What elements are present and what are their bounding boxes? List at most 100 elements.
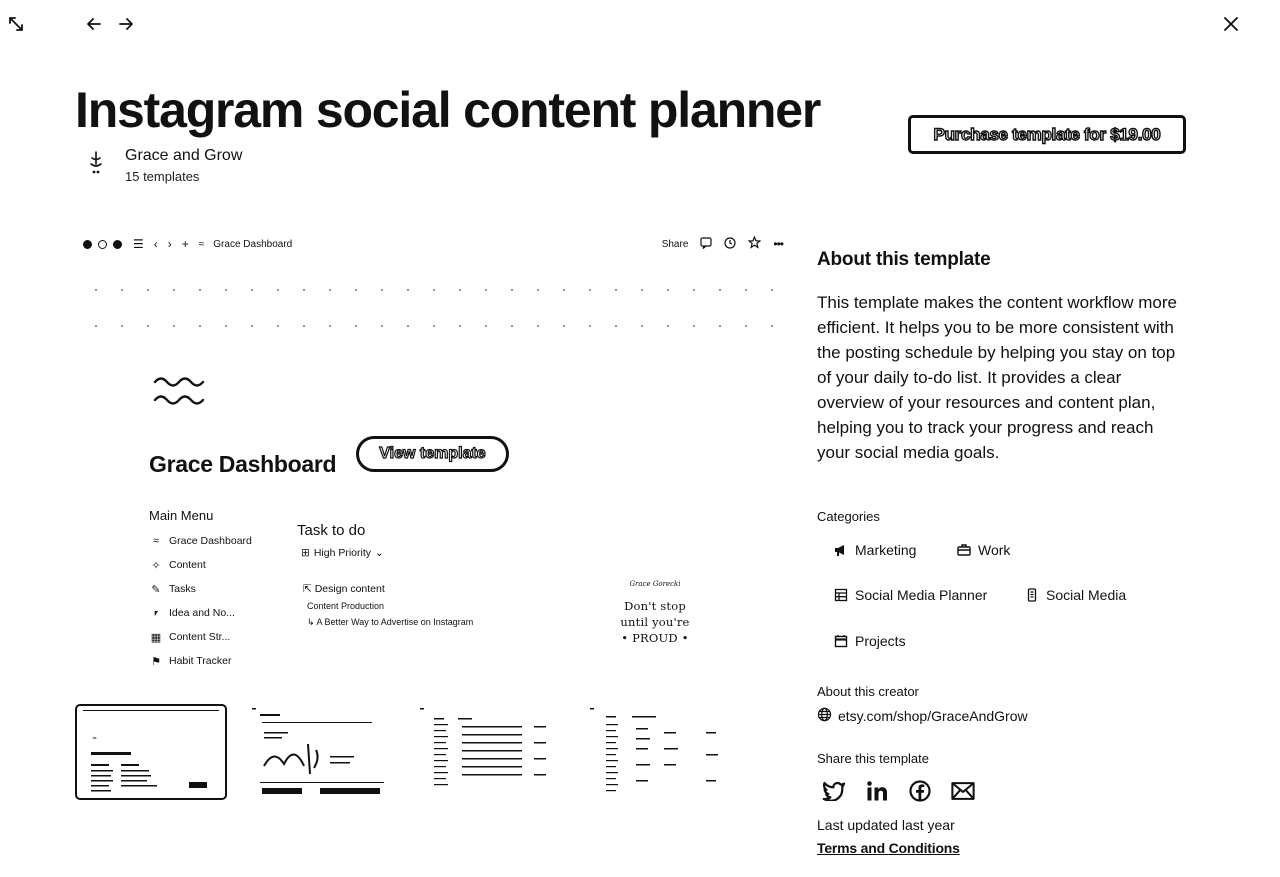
wave-icon: ≈: [198, 238, 205, 250]
page-title: Instagram social content planner: [75, 82, 821, 138]
category-label: Marketing: [855, 542, 917, 558]
window-dot: [83, 239, 92, 249]
avatar: [84, 150, 108, 178]
task-row: ↳ A Better Way to Advertise on Instagram: [307, 617, 527, 628]
about-heading: About this template: [817, 249, 991, 270]
quote-line: Don't stop: [624, 599, 686, 613]
idea-icon: ⎖: [151, 606, 161, 619]
categories-label: Categories: [817, 509, 880, 524]
edit-icon: ✎: [151, 583, 161, 596]
share-label: Share this template: [817, 751, 930, 766]
thumbnail-2[interactable]: [250, 704, 390, 800]
chevron-left-icon: ‹: [153, 237, 158, 251]
email-icon[interactable]: [951, 779, 975, 803]
preview-dashboard-title: Grace Dashboard: [149, 451, 337, 477]
wave-icon: ≈: [152, 535, 160, 547]
category-social-media[interactable]: Social Media: [1025, 587, 1126, 603]
task-row-label: A Better Way to Advertise on Instagram: [316, 617, 474, 627]
template-preview: ☰ ‹ › + ≈ Grace Dashboard Share ••• Grac…: [75, 225, 785, 680]
quote-signature: Grace Gorecki: [629, 580, 681, 588]
cursor-icon: ⇱: [303, 583, 315, 595]
menu-item: ✧ Content: [149, 553, 279, 577]
linkedin-icon[interactable]: [865, 779, 889, 803]
facebook-icon[interactable]: [908, 779, 932, 803]
creator-template-count: 15 templates: [125, 169, 200, 184]
category-work[interactable]: Work: [957, 542, 1010, 558]
plus-icon: +: [181, 237, 189, 251]
quote-line: • PROUD •: [621, 631, 689, 645]
category-label: Social Media: [1046, 587, 1127, 603]
preview-main-menu: Main Menu ≈ Grace Dashboard ✧ Content ✎ Tas…: [149, 508, 279, 673]
task-filter: ⊞ High Priority ⌄: [301, 547, 527, 559]
quote-line: until you're: [620, 615, 690, 629]
more-icon: •••: [773, 237, 784, 251]
menu-item-label: Idea and No...: [169, 607, 235, 619]
calendar-grid-icon: [834, 588, 848, 602]
menu-item-label: Habit Tracker: [169, 655, 232, 667]
wave-logo-icon: [153, 373, 205, 414]
category-label: Work: [978, 542, 1011, 558]
task-row-label: Design content: [314, 583, 385, 595]
view-template-button[interactable]: View template: [356, 436, 509, 472]
briefcase-icon: [957, 543, 971, 557]
terms-link[interactable]: Terms and Conditions: [817, 840, 960, 856]
task-row: ⇱ Design content: [303, 583, 527, 595]
thumbnail-1[interactable]: ≈: [75, 704, 227, 800]
category-label: Projects: [855, 633, 906, 649]
cover-dots: [83, 289, 783, 291]
menu-item: ⚑ Habit Tracker: [149, 649, 279, 673]
megaphone-icon: [834, 543, 848, 557]
window-dot: [113, 239, 122, 249]
menu-item-label: Content Str...: [169, 631, 231, 643]
preview-task-list: Task to do ⊞ High Priority ⌄ ⇱ Design cont…: [297, 522, 527, 634]
last-updated: Last updated last year: [817, 817, 955, 833]
menu-item-label: Grace Dashboard: [169, 535, 252, 547]
category-marketing[interactable]: Marketing: [834, 542, 916, 558]
purchase-template-button[interactable]: Purchase template for $19.00: [908, 115, 1186, 154]
phone-icon: [1025, 588, 1039, 602]
category-projects[interactable]: Projects: [834, 633, 906, 649]
creator-website-text: etsy.com/shop/GraceAndGrow: [838, 708, 1028, 724]
chevron-down-icon: ⌄: [375, 547, 384, 559]
close-icon[interactable]: [1219, 12, 1243, 36]
creator-website-link[interactable]: etsy.com/shop/GraceAndGrow: [817, 707, 1028, 725]
expand-icon[interactable]: [4, 12, 28, 36]
preview-breadcrumb: Grace Dashboard: [213, 238, 293, 250]
subitem-arrow-icon: ↳: [307, 617, 317, 627]
arrow-right-icon[interactable]: [114, 12, 138, 36]
flag-icon: ⚑: [151, 655, 161, 668]
menu-item: ▦ Content Str...: [149, 625, 279, 649]
menu-icon: ☰: [133, 237, 144, 251]
clock-icon: [724, 236, 736, 252]
columns-icon: ▦: [150, 631, 162, 644]
chevron-right-icon: ›: [167, 237, 172, 251]
svg-text:≈: ≈: [92, 735, 97, 742]
grid-icon: ⊞: [301, 547, 310, 559]
menu-title: Main Menu: [149, 508, 214, 523]
preview-quote-image: Grace Gorecki Don't stop until you're • …: [605, 580, 705, 646]
globe-icon: [817, 707, 832, 725]
cover-dots: [83, 325, 783, 327]
menu-item: ✎ Tasks: [149, 577, 279, 601]
calendar-icon: [834, 634, 848, 648]
twitter-icon[interactable]: [822, 779, 846, 803]
preview-share-label: Share: [661, 238, 689, 250]
about-creator-label: About this creator: [817, 684, 919, 699]
menu-item: ⎖ Idea and No...: [149, 601, 279, 625]
thumbnail-4[interactable]: [588, 704, 728, 800]
category-social-media-planner[interactable]: Social Media Planner: [834, 587, 987, 603]
menu-item-label: Content: [169, 559, 206, 571]
star-icon: [747, 235, 762, 252]
menu-item: ≈ Grace Dashboard: [149, 529, 279, 553]
category-label: Social Media Planner: [855, 587, 988, 603]
thumbnail-3[interactable]: [418, 704, 558, 800]
task-filter-label: High Priority: [313, 547, 371, 559]
window-dot: [98, 239, 107, 249]
about-description: This template makes the content workflow…: [817, 293, 1177, 462]
task-title: Task to do: [297, 522, 366, 539]
comment-icon: [700, 236, 712, 252]
creator-name[interactable]: Grace and Grow: [125, 146, 242, 166]
creator-block[interactable]: Grace and Grow 15 templates: [84, 146, 242, 184]
arrow-left-icon[interactable]: [82, 12, 106, 36]
task-row: Content Production: [307, 601, 385, 611]
